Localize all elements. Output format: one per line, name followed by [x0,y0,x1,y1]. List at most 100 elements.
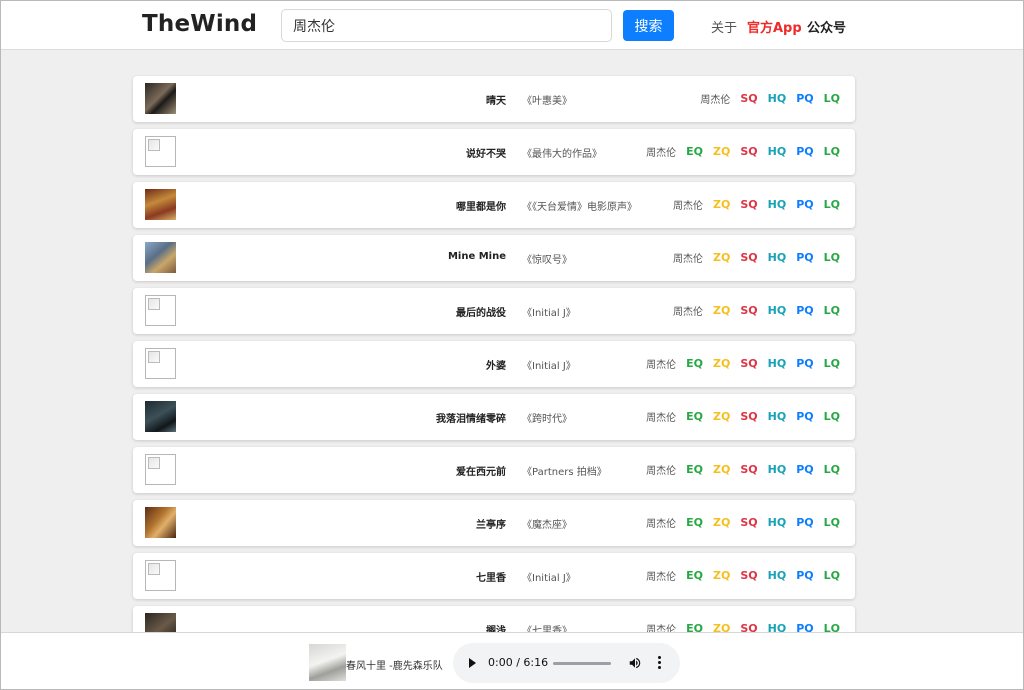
song-title[interactable]: 晴天 [133,92,506,107]
quality-link-hq[interactable]: HQ [768,92,787,105]
quality-link-lq[interactable]: LQ [824,516,840,529]
quality-link-sq[interactable]: SQ [740,516,757,529]
quality-link-pq[interactable]: PQ [796,569,813,582]
quality-link-zq[interactable]: ZQ [713,357,730,370]
quality-link-eq[interactable]: EQ [686,516,703,529]
site-logo[interactable]: TheWind [142,11,257,37]
quality-link-zq[interactable]: ZQ [713,304,730,317]
song-row[interactable]: 爱在西元前 《Partners 拍档》 周杰伦 EQ ZQ SQ HQ PQ LQ [133,447,855,493]
quality-link-sq[interactable]: SQ [740,357,757,370]
song-artist[interactable]: 周杰伦 [673,303,703,318]
quality-link-pq[interactable]: PQ [796,357,813,370]
song-artist[interactable]: 周杰伦 [673,250,703,265]
quality-link-zq[interactable]: ZQ [713,251,730,264]
song-row[interactable]: 哪里都是你 《《天台爱情》电影原声》 周杰伦 ZQ SQ HQ PQ LQ [133,182,855,228]
song-row[interactable]: 七里香 《Initial J》 周杰伦 EQ ZQ SQ HQ PQ LQ [133,553,855,599]
quality-link-sq[interactable]: SQ [740,145,757,158]
song-row[interactable]: 最后的战役 《Initial J》 周杰伦 ZQ SQ HQ PQ LQ [133,288,855,334]
song-title[interactable]: 哪里都是你 [133,198,506,213]
song-artist[interactable]: 周杰伦 [646,515,676,530]
quality-link-hq[interactable]: HQ [768,357,787,370]
song-row[interactable]: 外婆 《Initial J》 周杰伦 EQ ZQ SQ HQ PQ LQ [133,341,855,387]
quality-link-zq[interactable]: ZQ [713,569,730,582]
song-row[interactable]: 晴天 《叶惠美》 周杰伦 SQ HQ PQ LQ [133,76,855,122]
more-vertical-icon[interactable] [658,656,662,670]
nav-app-link[interactable]: 官方App [747,17,802,36]
quality-link-lq[interactable]: LQ [824,410,840,423]
quality-link-pq[interactable]: PQ [796,198,813,211]
quality-link-hq[interactable]: HQ [768,463,787,476]
song-meta: 周杰伦 EQ ZQ SQ HQ PQ LQ [646,515,840,530]
quality-link-sq[interactable]: SQ [740,92,757,105]
song-title[interactable]: 最后的战役 [133,304,506,319]
song-row[interactable]: 兰亭序 《魔杰座》 周杰伦 EQ ZQ SQ HQ PQ LQ [133,500,855,546]
song-title[interactable]: 爱在西元前 [133,463,506,478]
quality-link-sq[interactable]: SQ [740,569,757,582]
quality-link-lq[interactable]: LQ [824,357,840,370]
quality-link-pq[interactable]: PQ [796,145,813,158]
quality-link-pq[interactable]: PQ [796,410,813,423]
quality-link-pq[interactable]: PQ [796,463,813,476]
quality-link-pq[interactable]: PQ [796,304,813,317]
quality-link-lq[interactable]: LQ [824,92,840,105]
song-row[interactable]: Mine Mine 《惊叹号》 周杰伦 ZQ SQ HQ PQ LQ [133,235,855,281]
nav-about-link[interactable]: 关于 [711,17,737,36]
quality-link-eq[interactable]: EQ [686,357,703,370]
song-artist[interactable]: 周杰伦 [646,356,676,371]
progress-slider[interactable] [553,662,611,665]
quality-link-lq[interactable]: LQ [824,198,840,211]
song-album: 《魔杰座》 [522,520,572,531]
quality-link-hq[interactable]: HQ [768,304,787,317]
song-album: 《Partners 拍档》 [522,467,607,478]
song-artist[interactable]: 周杰伦 [646,144,676,159]
quality-link-eq[interactable]: EQ [686,569,703,582]
quality-link-zq[interactable]: ZQ [713,198,730,211]
song-row[interactable]: 说好不哭 《最伟大的作品》 周杰伦 EQ ZQ SQ HQ PQ LQ [133,129,855,175]
quality-link-sq[interactable]: SQ [740,198,757,211]
quality-link-zq[interactable]: ZQ [713,463,730,476]
quality-link-hq[interactable]: HQ [768,198,787,211]
quality-link-hq[interactable]: HQ [768,251,787,264]
quality-link-lq[interactable]: LQ [824,251,840,264]
quality-link-sq[interactable]: SQ [740,410,757,423]
song-title[interactable]: 兰亭序 [133,516,506,531]
quality-link-lq[interactable]: LQ [824,569,840,582]
quality-link-sq[interactable]: SQ [740,304,757,317]
quality-link-hq[interactable]: HQ [768,516,787,529]
quality-link-lq[interactable]: LQ [824,304,840,317]
quality-link-eq[interactable]: EQ [686,410,703,423]
quality-link-zq[interactable]: ZQ [713,145,730,158]
quality-link-eq[interactable]: EQ [686,463,703,476]
quality-link-hq[interactable]: HQ [768,410,787,423]
quality-link-hq[interactable]: HQ [768,569,787,582]
song-title[interactable]: 我落泪情绪零碎 [133,410,506,425]
song-title[interactable]: Mine Mine [133,251,506,262]
nav-wechat-link[interactable]: 公众号 [807,17,846,36]
quality-link-sq[interactable]: SQ [740,251,757,264]
quality-link-pq[interactable]: PQ [796,251,813,264]
song-artist[interactable]: 周杰伦 [646,568,676,583]
play-icon[interactable] [469,658,476,668]
quality-link-hq[interactable]: HQ [768,145,787,158]
quality-link-eq[interactable]: EQ [686,145,703,158]
song-album: 《惊叹号》 [522,255,572,266]
audio-player-bar: 春风十里 -鹿先森乐队 0:00 / 6:16 [0,632,1024,690]
song-title[interactable]: 说好不哭 [133,145,506,160]
song-row[interactable]: 我落泪情绪零碎 《跨时代》 周杰伦 EQ ZQ SQ HQ PQ LQ [133,394,855,440]
song-artist[interactable]: 周杰伦 [646,462,676,477]
song-title[interactable]: 七里香 [133,569,506,584]
quality-link-zq[interactable]: ZQ [713,516,730,529]
song-artist[interactable]: 周杰伦 [673,197,703,212]
volume-icon[interactable] [628,656,642,670]
search-input[interactable] [281,9,612,42]
quality-link-lq[interactable]: LQ [824,463,840,476]
song-artist[interactable]: 周杰伦 [700,91,730,106]
quality-link-pq[interactable]: PQ [796,516,813,529]
song-artist[interactable]: 周杰伦 [646,409,676,424]
quality-link-zq[interactable]: ZQ [713,410,730,423]
search-button[interactable]: 搜索 [623,10,674,41]
song-title[interactable]: 外婆 [133,357,506,372]
quality-link-lq[interactable]: LQ [824,145,840,158]
quality-link-sq[interactable]: SQ [740,463,757,476]
quality-link-pq[interactable]: PQ [796,92,813,105]
